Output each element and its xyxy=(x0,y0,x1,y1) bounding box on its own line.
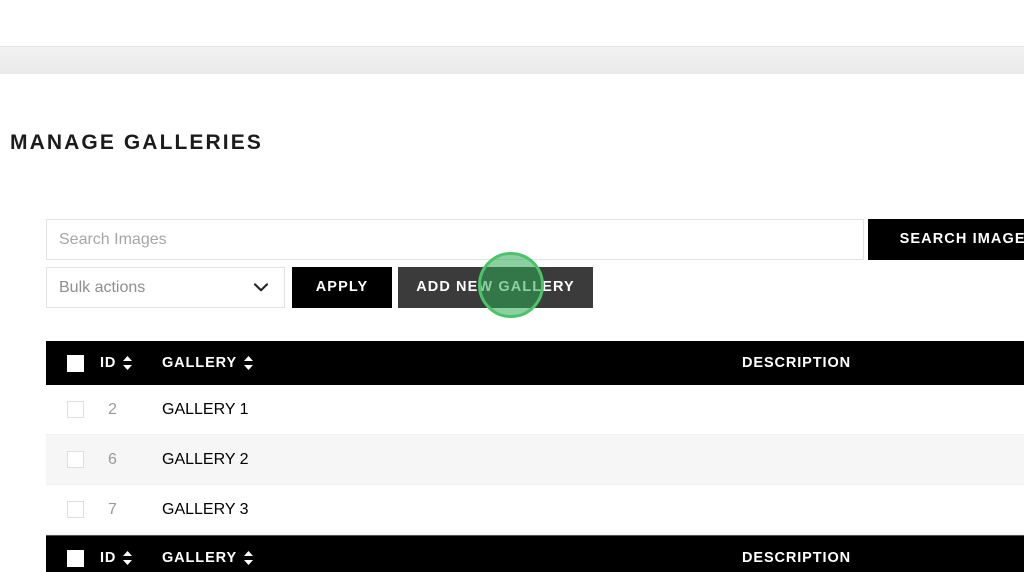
header-select-all-cell xyxy=(46,354,100,372)
row-id-cell: 2 xyxy=(100,401,162,419)
row-id-cell: 7 xyxy=(100,501,162,519)
bulk-actions-selected-label: Bulk actions xyxy=(59,278,146,296)
header-id-label: ID xyxy=(100,355,117,371)
row-gallery-cell: GALLERY 3 xyxy=(162,501,742,519)
add-new-gallery-button[interactable]: ADD NEW GALLERY xyxy=(398,267,593,308)
search-input[interactable] xyxy=(46,219,864,260)
row-select-cell xyxy=(46,501,100,518)
apply-button[interactable]: APPLY xyxy=(292,267,392,308)
top-whitespace xyxy=(0,0,1024,46)
footer-id-label: ID xyxy=(100,550,117,566)
galleries-table: ID GALLERY DESCRIPTION 2 GALLERY 1 6 GAL… xyxy=(46,341,1024,572)
search-images-button[interactable]: SEARCH IMAGES xyxy=(868,219,1024,260)
gallery-link[interactable]: GALLERY 1 xyxy=(162,401,249,419)
row-gallery-cell: GALLERY 1 xyxy=(162,401,742,419)
footer-description-label: DESCRIPTION xyxy=(742,550,851,566)
table-header-row: ID GALLERY DESCRIPTION xyxy=(46,341,1024,385)
table-row[interactable]: 6 GALLERY 2 xyxy=(46,435,1024,485)
footer-select-all-cell xyxy=(46,549,100,567)
select-all-checkbox[interactable] xyxy=(67,354,84,372)
header-description-cell: DESCRIPTION xyxy=(742,355,1024,371)
select-all-checkbox[interactable] xyxy=(67,549,84,567)
row-id-value: 6 xyxy=(108,450,117,468)
app-viewport: MANAGE GALLERIES SEARCH IMAGES Bulk acti… xyxy=(0,0,1024,572)
chevron-down-icon xyxy=(254,283,268,292)
row-id-value: 2 xyxy=(108,400,117,418)
sort-updown-icon[interactable] xyxy=(122,355,133,371)
row-gallery-cell: GALLERY 2 xyxy=(162,451,742,469)
header-description-label: DESCRIPTION xyxy=(742,355,851,371)
header-id-cell[interactable]: ID xyxy=(100,355,162,371)
footer-gallery-cell[interactable]: GALLERY xyxy=(162,550,742,566)
footer-id-cell[interactable]: ID xyxy=(100,550,162,566)
browser-chrome-band xyxy=(0,46,1024,74)
header-gallery-cell[interactable]: GALLERY xyxy=(162,355,742,371)
row-checkbox[interactable] xyxy=(67,501,84,518)
footer-gallery-label: GALLERY xyxy=(162,550,238,566)
row-checkbox[interactable] xyxy=(67,451,84,468)
table-row[interactable]: 2 GALLERY 1 xyxy=(46,385,1024,435)
page-title: MANAGE GALLERIES xyxy=(10,131,263,154)
sort-updown-icon[interactable] xyxy=(243,355,254,371)
row-checkbox[interactable] xyxy=(67,401,84,418)
gallery-link[interactable]: GALLERY 2 xyxy=(162,451,249,469)
row-select-cell xyxy=(46,401,100,418)
row-id-cell: 6 xyxy=(100,451,162,469)
row-select-cell xyxy=(46,451,100,468)
sort-updown-icon[interactable] xyxy=(243,550,254,566)
row-id-value: 7 xyxy=(108,500,117,518)
sort-updown-icon[interactable] xyxy=(122,550,133,566)
footer-description-cell: DESCRIPTION xyxy=(742,550,1024,566)
header-gallery-label: GALLERY xyxy=(162,355,238,371)
gallery-link[interactable]: GALLERY 3 xyxy=(162,501,249,519)
table-row[interactable]: 7 GALLERY 3 xyxy=(46,485,1024,535)
table-footer-row: ID GALLERY DESCRIPTION xyxy=(46,535,1024,572)
bulk-actions-select[interactable]: Bulk actions xyxy=(46,267,285,308)
